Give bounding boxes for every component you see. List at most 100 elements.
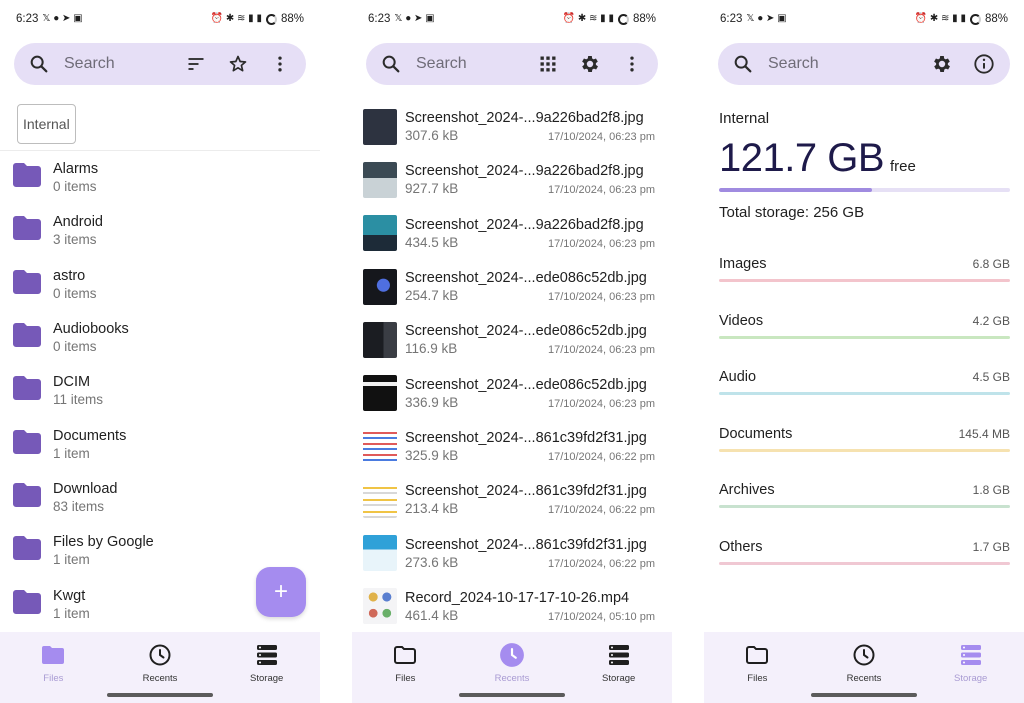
file-date: 17/10/2024, 05:10 pm — [547, 610, 655, 623]
recent-file-row[interactable]: Screenshot_2024-...9a226bad2f8.jpg 434.5 … — [352, 207, 672, 260]
file-date: 17/10/2024, 06:22 pm — [547, 557, 655, 570]
nav-recents-label: Recents — [494, 673, 530, 684]
storage-icon — [245, 642, 289, 668]
grid-view-button[interactable] — [532, 48, 564, 80]
folder-row[interactable]: Alarms 0 items — [0, 151, 320, 204]
category-bar — [719, 505, 1010, 508]
file-size: 116.9 kB — [405, 341, 458, 357]
folder-row[interactable]: DCIM 11 items — [0, 364, 320, 417]
storage-category-documents[interactable]: Documents 145.4 MB — [719, 406, 1010, 463]
more-options-button[interactable] — [616, 48, 648, 80]
add-button[interactable]: + — [256, 567, 306, 617]
file-thumbnail — [363, 321, 397, 358]
gear-icon — [934, 56, 950, 72]
file-name: Screenshot_2024-...861c39fd2f31.jpg — [405, 429, 647, 446]
nav-files[interactable]: Files — [704, 632, 811, 703]
folder-icon — [12, 429, 42, 460]
nav-storage[interactable]: Storage — [565, 632, 672, 703]
recent-file-row[interactable]: Screenshot_2024-...861c39fd2f31.jpg 213.4… — [352, 473, 672, 526]
file-date: 17/10/2024, 06:22 pm — [547, 504, 655, 517]
recent-file-row[interactable]: Screenshot_2024-...9a226bad2f8.jpg 927.7 … — [352, 153, 672, 206]
file-date: 17/10/2024, 06:23 pm — [547, 397, 655, 410]
storage-category-others[interactable]: Others 1.7 GB — [719, 519, 1010, 576]
recent-file-row[interactable]: Screenshot_2024-...861c39fd2f31.jpg 325.9… — [352, 420, 672, 473]
search-input[interactable] — [64, 55, 180, 73]
folder-icon — [12, 375, 42, 406]
folder-name: Alarms — [53, 161, 99, 178]
sort-icon — [188, 58, 204, 70]
nav-storage[interactable]: Storage — [213, 632, 320, 703]
recent-file-row[interactable]: Record_2024-10-17-17-10-26.mp4 461.4 kB 17… — [352, 580, 672, 633]
search-input[interactable] — [768, 55, 926, 73]
file-size: 434.5 kB — [405, 234, 459, 250]
storage-category-archives[interactable]: Archives 1.8 GB — [719, 462, 1010, 519]
folder-name: Android — [53, 214, 103, 231]
file-size: 213.4 kB — [405, 501, 459, 517]
recent-file-row[interactable]: Screenshot_2024-...9a226bad2f8.jpg 307.6 … — [352, 100, 672, 153]
folder-icon — [12, 535, 42, 566]
file-name: Screenshot_2024-...ede086c52db.jpg — [405, 270, 647, 287]
nav-files[interactable]: Files — [352, 632, 459, 703]
folder-item-count: 0 items — [53, 285, 97, 301]
nav-storage-label: Storage — [250, 673, 284, 684]
file-size: 461.4 kB — [405, 607, 459, 623]
folder-row[interactable]: Audiobooks 0 items — [0, 311, 320, 364]
recent-file-row[interactable]: Screenshot_2024-...861c39fd2f31.jpg 273.6… — [352, 526, 672, 579]
search-input[interactable] — [416, 55, 532, 73]
info-icon — [974, 54, 994, 74]
battery-icon — [617, 13, 629, 25]
files-screen: 6:23 𝕏 ● ➤ ▣ ⏰ ✱ ≋ ▮ ▮ 88% Internal Alar… — [0, 0, 320, 703]
grid-icon — [540, 56, 556, 72]
nav-files[interactable]: Files — [0, 632, 107, 703]
folder-row[interactable]: Download 83 items — [0, 471, 320, 524]
folder-row[interactable]: astro 0 items — [0, 258, 320, 311]
folder-row[interactable]: Android 3 items — [0, 204, 320, 257]
volume-label: Internal — [719, 110, 770, 127]
bottom-navigation: Files Recents Storage — [704, 632, 1024, 703]
file-name: Screenshot_2024-...ede086c52db.jpg — [405, 323, 647, 340]
folder-item-count: 1 item — [53, 552, 90, 568]
status-time: 6:23 — [720, 13, 743, 25]
folder-icon — [12, 482, 42, 513]
sort-button[interactable] — [180, 48, 212, 80]
favorites-button[interactable] — [222, 48, 254, 80]
folder-nav-icon — [383, 642, 427, 668]
folder-icon — [12, 322, 42, 353]
more-vert-icon — [278, 56, 282, 72]
recent-file-row[interactable]: Screenshot_2024-...ede086c52db.jpg 336.9 … — [352, 366, 672, 419]
search-bar[interactable] — [14, 43, 306, 85]
search-icon — [734, 55, 752, 73]
settings-button[interactable] — [926, 48, 958, 80]
nav-storage[interactable]: Storage — [917, 632, 1024, 703]
recent-file-row[interactable]: Screenshot_2024-...ede086c52db.jpg 254.7 … — [352, 260, 672, 313]
status-time: 6:23 — [368, 13, 391, 25]
status-time: 6:23 — [16, 13, 39, 25]
storage-category-videos[interactable]: Videos 4.2 GB — [719, 293, 1010, 350]
clock-icon — [138, 642, 182, 668]
clock-icon — [842, 642, 886, 668]
free-space-suffix: free — [890, 158, 916, 175]
volume-chip-internal[interactable]: Internal — [17, 104, 76, 144]
storage-usage-fill — [719, 188, 872, 192]
file-date: 17/10/2024, 06:23 pm — [547, 237, 655, 250]
search-bar[interactable] — [366, 43, 658, 85]
search-bar[interactable] — [718, 43, 1010, 85]
notification-icons: 𝕏 ● ➤ ▣ — [746, 13, 787, 24]
settings-button[interactable] — [574, 48, 606, 80]
folder-row[interactable]: Documents 1 item — [0, 417, 320, 470]
folder-item-count: 11 items — [53, 392, 104, 408]
plus-icon: + — [273, 578, 288, 605]
category-size: 4.2 GB — [972, 313, 1010, 328]
storage-category-images[interactable]: Images 6.8 GB — [719, 236, 1010, 293]
system-icons: ⏰ ✱ ≋ ▮ ▮ — [210, 13, 262, 24]
info-button[interactable] — [968, 48, 1000, 80]
file-date: 17/10/2024, 06:23 pm — [547, 184, 655, 197]
recent-file-row[interactable]: Screenshot_2024-...ede086c52db.jpg 116.9 … — [352, 313, 672, 366]
storage-category-audio[interactable]: Audio 4.5 GB — [719, 349, 1010, 406]
category-size: 6.8 GB — [972, 257, 1010, 271]
battery-level: 88% — [280, 13, 304, 25]
category-bar — [719, 448, 1010, 452]
category-size: 1.7 GB — [972, 539, 1010, 554]
file-date: 17/10/2024, 06:23 pm — [547, 344, 655, 357]
more-options-button[interactable] — [264, 48, 296, 80]
